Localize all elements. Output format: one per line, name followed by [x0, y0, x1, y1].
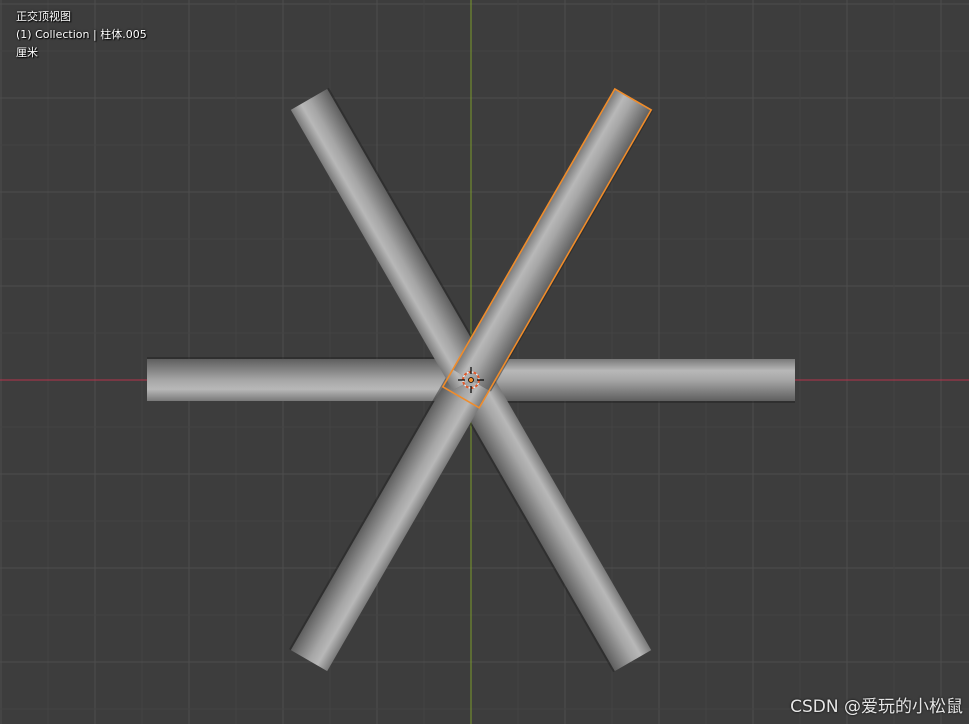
- collection-object-label: (1) Collection | 柱体.005: [16, 26, 147, 44]
- view-name-label: 正交顶视图: [16, 10, 71, 23]
- collection-name: (1) Collection: [16, 28, 90, 41]
- viewport-scene[interactable]: [0, 0, 969, 724]
- 3d-viewport[interactable]: 正交顶视图 (1) Collection | 柱体.005 厘米 CSDN @爱…: [0, 0, 969, 724]
- cylinder-body[interactable]: [290, 369, 490, 672]
- cylinder-body[interactable]: [290, 88, 490, 391]
- cylinder-body[interactable]: [471, 359, 795, 401]
- active-object-name: 柱体.005: [100, 28, 147, 41]
- cylinder-body[interactable]: [452, 88, 652, 391]
- watermark-text: CSDN @爱玩的小松鼠: [790, 697, 963, 717]
- cylinder-selected[interactable]: [452, 88, 653, 392]
- unit-label: 厘米: [16, 46, 38, 59]
- cylinder-body[interactable]: [147, 359, 471, 401]
- cylinder-object[interactable]: [289, 368, 490, 672]
- cylinder-object[interactable]: [471, 359, 795, 403]
- label-separator: |: [93, 28, 97, 41]
- cylinder-object[interactable]: [147, 357, 471, 401]
- cylinder-body[interactable]: [452, 369, 652, 672]
